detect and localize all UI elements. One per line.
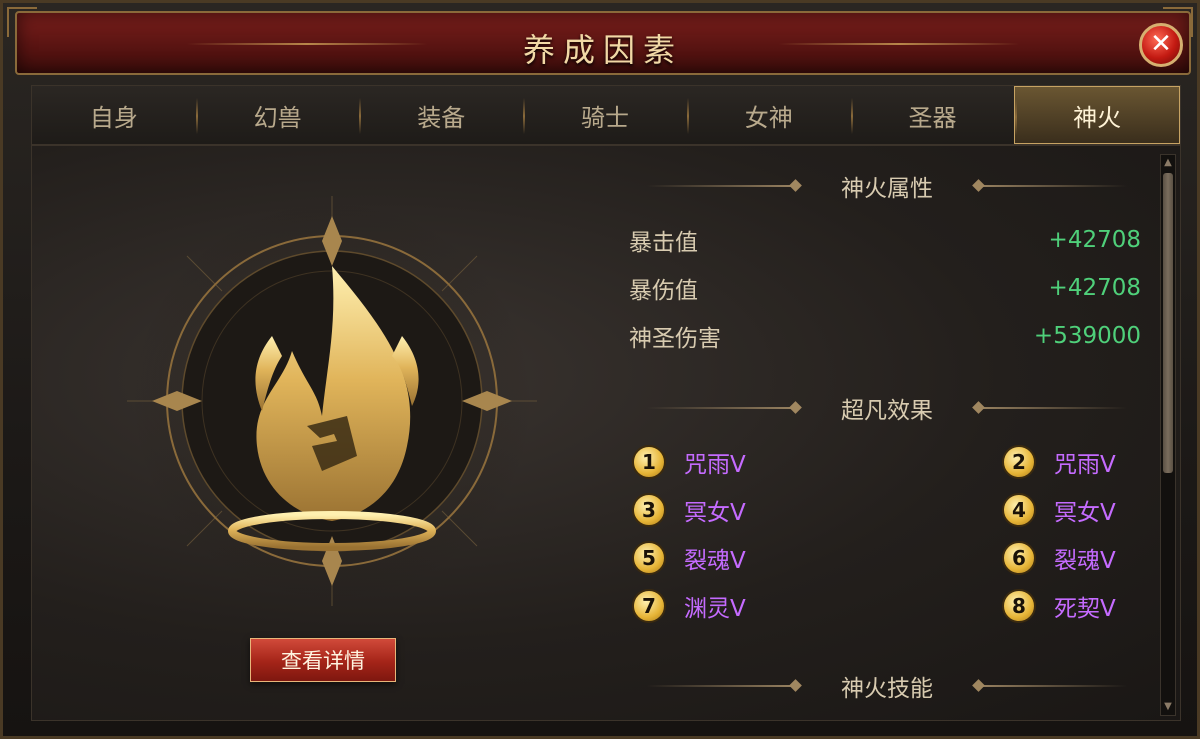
number-badge-icon: 3 <box>632 493 666 527</box>
effect-item: 8 死契Ⅴ <box>1002 586 1116 626</box>
divider <box>647 185 797 187</box>
effect-item: 5 裂魂Ⅴ <box>632 538 746 578</box>
effect-item: 1 咒雨Ⅴ <box>632 442 746 482</box>
close-button[interactable]: ✕ <box>1139 23 1183 67</box>
tab-self[interactable]: 自身 <box>32 86 196 144</box>
effect-label: 冥女Ⅴ <box>1054 500 1116 526</box>
effect-label: 冥女Ⅴ <box>684 500 746 526</box>
tab-knight[interactable]: 骑士 <box>523 86 687 144</box>
number-badge-icon: 7 <box>632 589 666 623</box>
section-title: 超凡效果 <box>841 398 933 424</box>
section-title: 神火属性 <box>841 176 933 202</box>
scroll-thumb[interactable] <box>1163 173 1173 473</box>
effect-label: 咒雨Ⅴ <box>1054 452 1116 478</box>
number-badge-icon: 4 <box>1002 493 1036 527</box>
attribute-name: 神圣伤害 <box>629 326 721 352</box>
effect-item: 6 裂魂Ⅴ <box>1002 538 1116 578</box>
number-badge-icon: 2 <box>1002 445 1036 479</box>
attribute-row: 暴伤值 +42708 <box>629 268 1141 308</box>
divider <box>977 685 1127 687</box>
attribute-value: +42708 <box>1048 227 1141 253</box>
tab-bar: 自身 幻兽 装备 骑士 女神 圣器 神火 <box>31 85 1181 145</box>
attribute-name: 暴伤值 <box>629 278 698 304</box>
dialog-title: 养成因素 <box>522 31 683 69</box>
view-details-button[interactable]: 查看详情 <box>250 638 396 682</box>
effect-item: 7 渊灵Ⅴ <box>632 586 746 626</box>
golden-flame-emblem-icon <box>127 196 537 606</box>
effect-item: 4 冥女Ⅴ <box>1002 490 1116 530</box>
attribute-value: +42708 <box>1048 275 1141 301</box>
attribute-value: +539000 <box>1033 323 1141 349</box>
dialog-frame: 养成因素 ✕ 自身 幻兽 装备 骑士 女神 圣器 神火 查看详情 神火属性 暴击… <box>0 0 1200 739</box>
tab-goddess[interactable]: 女神 <box>686 86 851 144</box>
effect-label: 死契Ⅴ <box>1054 596 1116 622</box>
effect-item: 3 冥女Ⅴ <box>632 490 746 530</box>
attribute-name: 暴击值 <box>629 230 698 256</box>
number-badge-icon: 6 <box>1002 541 1036 575</box>
tab-relic[interactable]: 圣器 <box>850 86 1015 144</box>
section-header-attributes: 神火属性 <box>632 168 1142 204</box>
title-bar: 养成因素 <box>15 11 1191 75</box>
divider <box>647 685 797 687</box>
scroll-up-icon[interactable]: ▲ <box>1162 157 1174 169</box>
tab-equipment[interactable]: 装备 <box>359 86 523 144</box>
number-badge-icon: 8 <box>1002 589 1036 623</box>
section-title: 神火技能 <box>841 676 933 702</box>
number-badge-icon: 5 <box>632 541 666 575</box>
section-header-effects: 超凡效果 <box>632 390 1142 426</box>
divider <box>977 407 1127 409</box>
content-panel: 查看详情 神火属性 暴击值 +42708 暴伤值 +42708 神圣伤害 +53… <box>31 145 1181 721</box>
section-header-skills: 神火技能 <box>632 668 1142 704</box>
scrollbar[interactable]: ▲ ▼ <box>1160 154 1176 716</box>
attribute-row: 暴击值 +42708 <box>629 220 1141 260</box>
effect-label: 咒雨Ⅴ <box>684 452 746 478</box>
close-icon: ✕ <box>1150 29 1172 59</box>
divider <box>977 185 1127 187</box>
tab-divine-fire[interactable]: 神火 <box>1014 86 1181 144</box>
effect-label: 裂魂Ⅴ <box>684 548 746 574</box>
number-badge-icon: 1 <box>632 445 666 479</box>
effect-label: 裂魂Ⅴ <box>1054 548 1116 574</box>
divider <box>647 407 797 409</box>
scroll-down-icon[interactable]: ▼ <box>1162 701 1174 713</box>
effect-item: 2 咒雨Ⅴ <box>1002 442 1116 482</box>
tab-beast[interactable]: 幻兽 <box>195 86 360 144</box>
attribute-row: 神圣伤害 +539000 <box>629 316 1141 356</box>
effect-label: 渊灵Ⅴ <box>684 596 746 622</box>
